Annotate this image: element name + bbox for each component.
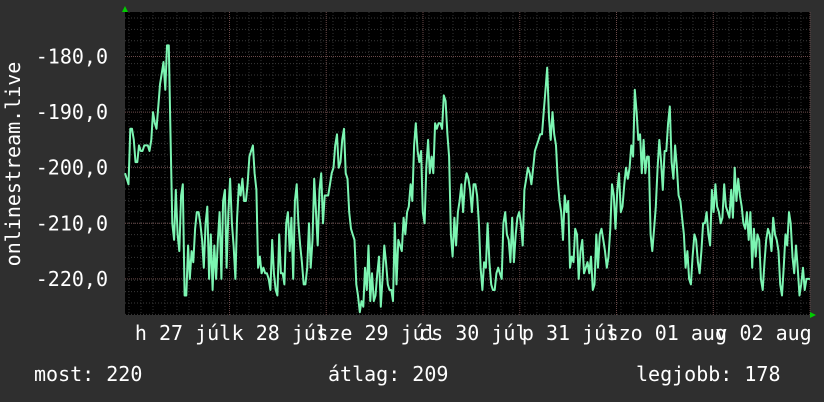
- y-tick-label: -200,0: [36, 156, 108, 180]
- x-tick-label: k 28 júl: [232, 321, 328, 345]
- y-tick-label: -210,0: [36, 211, 108, 235]
- y-tick-label: -220,0: [36, 267, 108, 291]
- x-tick-label: cs 30 júl: [419, 321, 527, 345]
- plot-area: [125, 12, 810, 315]
- y-axis-arrow: [122, 6, 128, 12]
- stat-current: most: 220: [34, 362, 143, 386]
- y-axis-label: onlinestream.live: [1, 62, 25, 267]
- x-tick-label: p 31 júl: [522, 321, 618, 345]
- x-tick-label: v 02 aug: [715, 321, 811, 345]
- x-tick-label: szo 01 aug: [607, 321, 727, 345]
- y-tick-label: -180,0: [36, 44, 108, 68]
- x-tick-label: h 27 júl: [135, 321, 231, 345]
- stat-best: legjobb: 178: [636, 362, 781, 386]
- x-axis: h 27 júl k 28 júlsze 29 júlcs 30 júlp 31 …: [135, 321, 812, 345]
- y-axis: -180,0 -190,0 -200,0 -210,0 -220,0: [36, 44, 108, 290]
- y-tick-label: -190,0: [36, 100, 108, 124]
- chart: -180,0 -190,0 -200,0 -210,0 -220,0 h 27 júl k…: [1, 6, 816, 345]
- x-axis-arrow: [810, 312, 816, 318]
- stat-average: átlag: 209: [328, 362, 449, 386]
